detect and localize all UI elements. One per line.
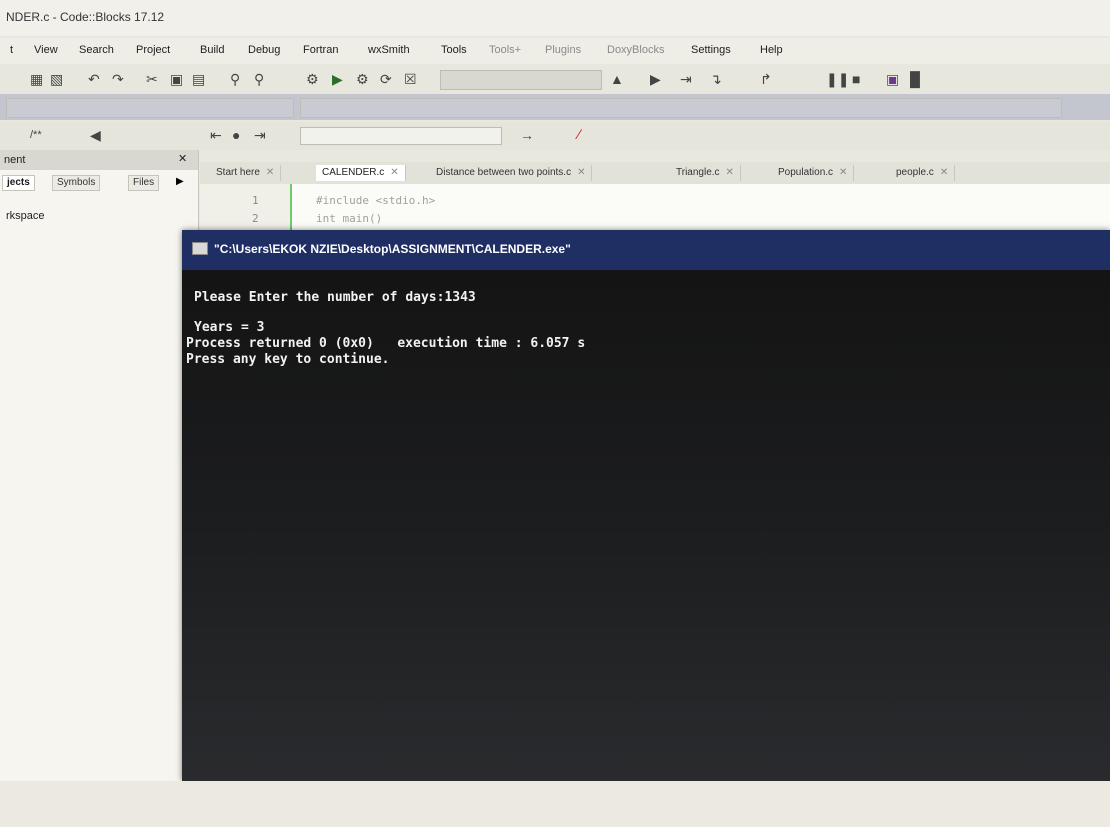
debug-windows-icon[interactable]: ▣ — [886, 71, 899, 87]
cut-icon[interactable]: ✂ — [146, 71, 158, 87]
tab-label: Triangle.c — [676, 167, 720, 178]
highlight-icon[interactable]: → — [520, 127, 534, 143]
step-out-icon[interactable]: ↱ — [760, 71, 772, 87]
console-line: Please Enter the number of days:1343 — [194, 290, 476, 305]
abort-icon[interactable]: ☒ — [404, 71, 417, 87]
jump-back-icon[interactable]: ◀ — [90, 127, 101, 143]
management-panel: nent ✕ jects Symbols Files ▶ rkspace — [0, 150, 199, 827]
menu-debug[interactable]: Debug — [248, 44, 280, 56]
next-bookmark-icon[interactable]: ⇥ — [254, 127, 266, 143]
menu-tools-plus[interactable]: Tools+ — [489, 44, 521, 56]
window-titlebar: NDER.c - Code::Blocks 17.12 — [0, 0, 1110, 36]
comment-icon[interactable]: /** — [30, 127, 42, 143]
stop-icon[interactable]: ■ — [852, 71, 860, 87]
undo-icon[interactable]: ↶ — [88, 71, 100, 87]
tab-label: CALENDER.c — [322, 167, 385, 178]
tab-label: Start here — [216, 167, 260, 178]
menu-doxyblocks[interactable]: DoxyBlocks — [607, 44, 664, 56]
window-title: NDER.c - Code::Blocks 17.12 — [6, 10, 165, 24]
code-completion-bar — [0, 94, 1110, 120]
management-header: nent ✕ — [0, 150, 198, 170]
tab-label: people.c — [896, 167, 934, 178]
console-output[interactable]: Please Enter the number of days:1343 Yea… — [182, 270, 1110, 781]
close-icon[interactable]: ✕ — [726, 167, 734, 178]
tab-population[interactable]: Population.c ✕ — [772, 165, 855, 181]
tab-files[interactable]: Files — [128, 175, 160, 191]
line-number: 2 — [252, 212, 259, 225]
close-icon[interactable]: ✕ — [940, 167, 948, 178]
bookmark-icon[interactable]: ● — [232, 127, 240, 143]
rebuild-icon[interactable]: ⟳ — [380, 71, 392, 87]
run-to-cursor-icon[interactable]: ▶ — [650, 71, 661, 87]
close-icon[interactable]: ✕ — [390, 167, 398, 178]
management-tabs: jects Symbols Files ▶ — [0, 172, 198, 192]
tab-label: Population.c — [778, 167, 834, 178]
spell-icon[interactable]: ∕ — [578, 126, 580, 142]
prev-bookmark-icon[interactable]: ⇤ — [210, 127, 222, 143]
management-title: nent — [4, 154, 26, 166]
menu-bar: t View Search Project Build Debug Fortra… — [0, 38, 1110, 64]
close-icon[interactable]: ✕ — [839, 167, 847, 178]
run-icon[interactable]: ▶ — [332, 71, 343, 87]
scope-select[interactable] — [6, 98, 294, 118]
status-area — [0, 781, 1110, 827]
workspace-tree-item[interactable]: rkspace — [6, 210, 45, 222]
replace-icon[interactable]: ⚲ — [254, 71, 264, 87]
code-line: int main() — [316, 212, 383, 225]
tab-calender[interactable]: CALENDER.c ✕ — [316, 165, 406, 181]
copy-icon[interactable]: ▣ — [170, 71, 183, 87]
editor-tab-bar: Start here ✕ CALENDER.c ✕ Distance between… — [200, 162, 1110, 184]
console-line: Press any key to continue. — [186, 352, 390, 367]
function-select[interactable] — [300, 98, 1062, 118]
tab-projects[interactable]: jects — [2, 175, 35, 191]
build-run-icon[interactable]: ⚙ — [356, 71, 369, 87]
tab-symbols[interactable]: Symbols — [52, 175, 101, 191]
code-line: #include <stdio.h> — [316, 194, 436, 207]
console-titlebar[interactable]: "C:\Users\EKOK NZIE\Desktop\ASSIGNMENT\C… — [182, 230, 1110, 270]
tab-distance[interactable]: Distance between two points.c ✕ — [430, 165, 593, 181]
redo-icon[interactable]: ↷ — [112, 71, 124, 87]
pause-icon[interactable]: ❚❚ — [826, 71, 849, 87]
close-icon[interactable]: ✕ — [178, 152, 187, 165]
menu-settings[interactable]: Settings — [691, 44, 731, 56]
various-info-icon[interactable]: █ — [910, 71, 920, 87]
tab-start-here[interactable]: Start here ✕ — [210, 165, 282, 181]
save-all-icon[interactable]: ▧ — [50, 71, 63, 87]
menu-view[interactable]: View — [34, 44, 58, 56]
console-line: Years = 3 — [194, 320, 265, 335]
step-into-icon[interactable]: ↴ — [710, 71, 722, 87]
line-number: 1 — [252, 194, 259, 207]
build-icon[interactable]: ⚙ — [306, 71, 319, 87]
console-window[interactable]: "C:\Users\EKOK NZIE\Desktop\ASSIGNMENT\C… — [182, 230, 1110, 781]
main-toolbar: ▦ ▧ ↶ ↷ ✂ ▣ ▤ ⚲ ⚲ ⚙ ▶ ⚙ ⟳ ☒ ▲ ▶ ⇥ ↴ ↱ ❚❚… — [0, 64, 1110, 94]
menu-wxsmith[interactable]: wxSmith — [368, 44, 410, 56]
debug-icon[interactable]: ▲ — [610, 71, 624, 87]
console-icon — [192, 242, 208, 255]
close-icon[interactable]: ✕ — [266, 167, 274, 178]
tab-scroll-right-icon[interactable]: ▶ — [176, 176, 184, 187]
menu-help[interactable]: Help — [760, 44, 783, 56]
build-target-select[interactable] — [440, 70, 602, 90]
menu-fortran[interactable]: Fortran — [303, 44, 338, 56]
tab-triangle[interactable]: Triangle.c ✕ — [670, 165, 741, 181]
menu-search[interactable]: Search — [79, 44, 114, 56]
menu-edit[interactable]: t — [10, 44, 13, 56]
console-title: "C:\Users\EKOK NZIE\Desktop\ASSIGNMENT\C… — [214, 242, 571, 256]
menu-project[interactable]: Project — [136, 44, 170, 56]
editor-toolbar: /** ◀ ⇤ ● ⇥ → ∕ — [0, 122, 1110, 150]
menu-plugins[interactable]: Plugins — [545, 44, 581, 56]
find-icon[interactable]: ⚲ — [230, 71, 240, 87]
next-line-icon[interactable]: ⇥ — [680, 71, 692, 87]
paste-icon[interactable]: ▤ — [192, 71, 205, 87]
menu-build[interactable]: Build — [200, 44, 224, 56]
console-line: Process returned 0 (0x0) execution time … — [186, 336, 586, 351]
menu-tools[interactable]: Tools — [441, 44, 467, 56]
search-combo[interactable] — [300, 127, 502, 145]
tab-people[interactable]: people.c ✕ — [890, 165, 956, 181]
close-icon[interactable]: ✕ — [577, 167, 585, 178]
save-icon[interactable]: ▦ — [30, 71, 43, 87]
tab-label: Distance between two points.c — [436, 167, 572, 178]
